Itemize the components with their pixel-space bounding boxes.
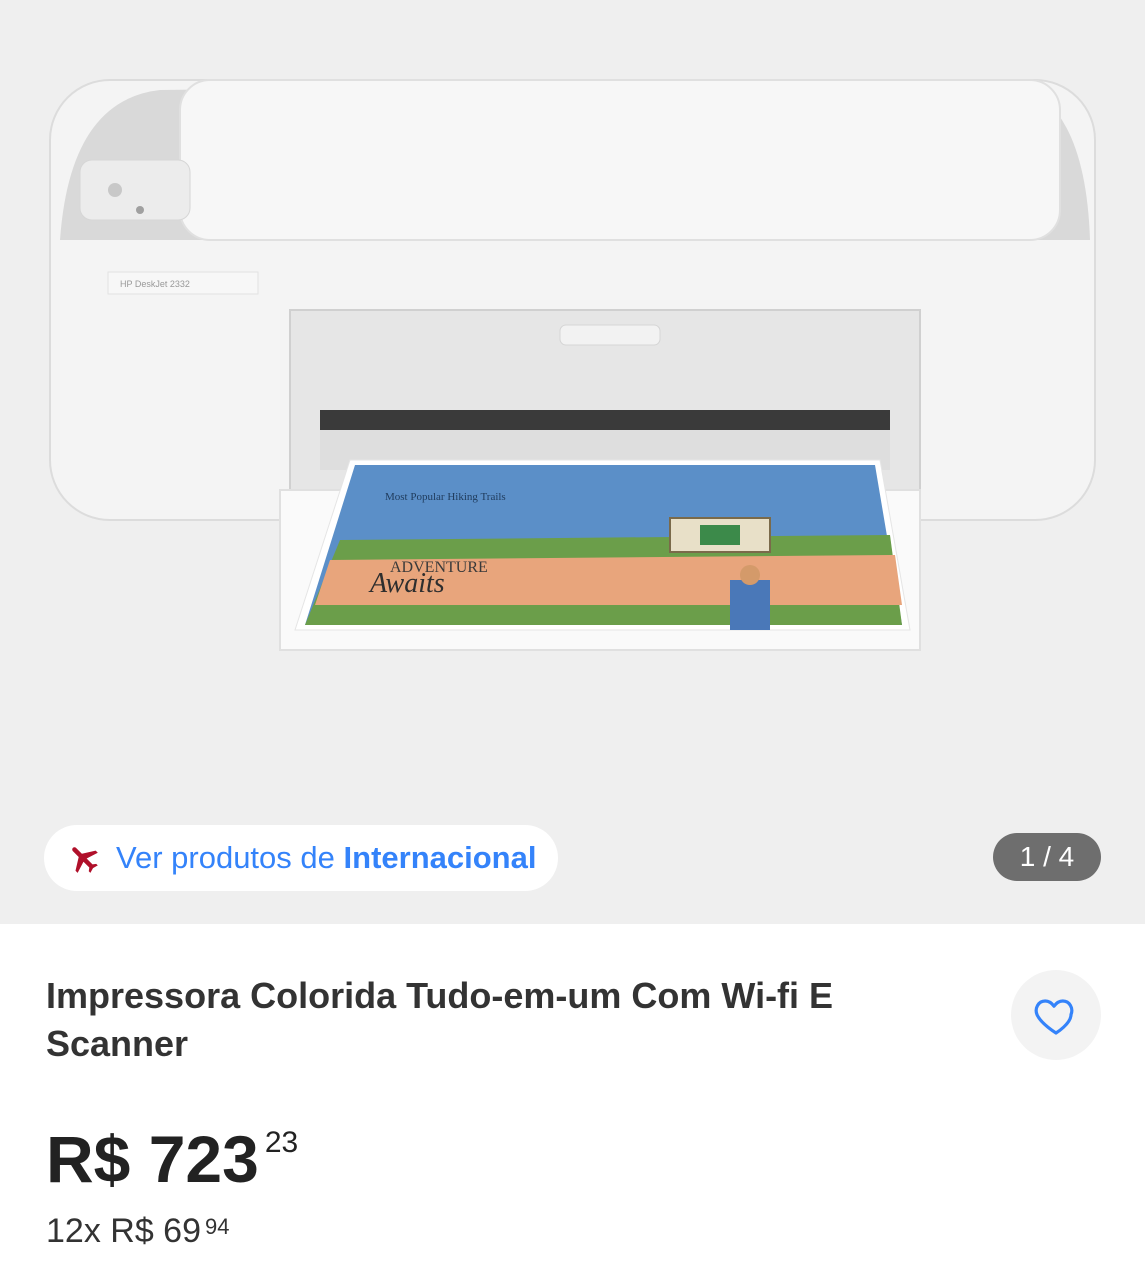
international-store-chip[interactable]: Ver produtos de Internacional xyxy=(44,825,559,891)
product-title: Impressora Colorida Tudo-em-um Com Wi-fi… xyxy=(46,975,834,1064)
product-gallery[interactable]: HP DeskJet 2332 Most Popular Hiking Trai… xyxy=(0,0,1145,924)
printer-model-label: HP DeskJet 2332 xyxy=(120,279,190,289)
product-image[interactable]: HP DeskJet 2332 Most Popular Hiking Trai… xyxy=(40,40,1105,680)
heart-icon xyxy=(1034,999,1074,1035)
favorite-button[interactable] xyxy=(1011,970,1101,1060)
store-chip-prefix: Ver produtos de xyxy=(116,840,335,875)
price: R$ 723 23 xyxy=(46,1120,298,1198)
store-chip-name: Internacional xyxy=(343,840,537,875)
installments: 12x R$ 69 94 xyxy=(46,1212,229,1251)
installments-cents: 94 xyxy=(205,1214,230,1239)
price-main: R$ 723 xyxy=(46,1122,259,1196)
airplane-icon xyxy=(72,847,98,873)
installments-main: 12x R$ 69 xyxy=(46,1212,201,1250)
print-text-top: Most Popular Hiking Trails xyxy=(385,491,506,503)
image-pager: 1 / 4 xyxy=(993,833,1101,881)
price-cents: 23 xyxy=(264,1126,299,1159)
print-text-script: Awaits xyxy=(368,568,445,599)
